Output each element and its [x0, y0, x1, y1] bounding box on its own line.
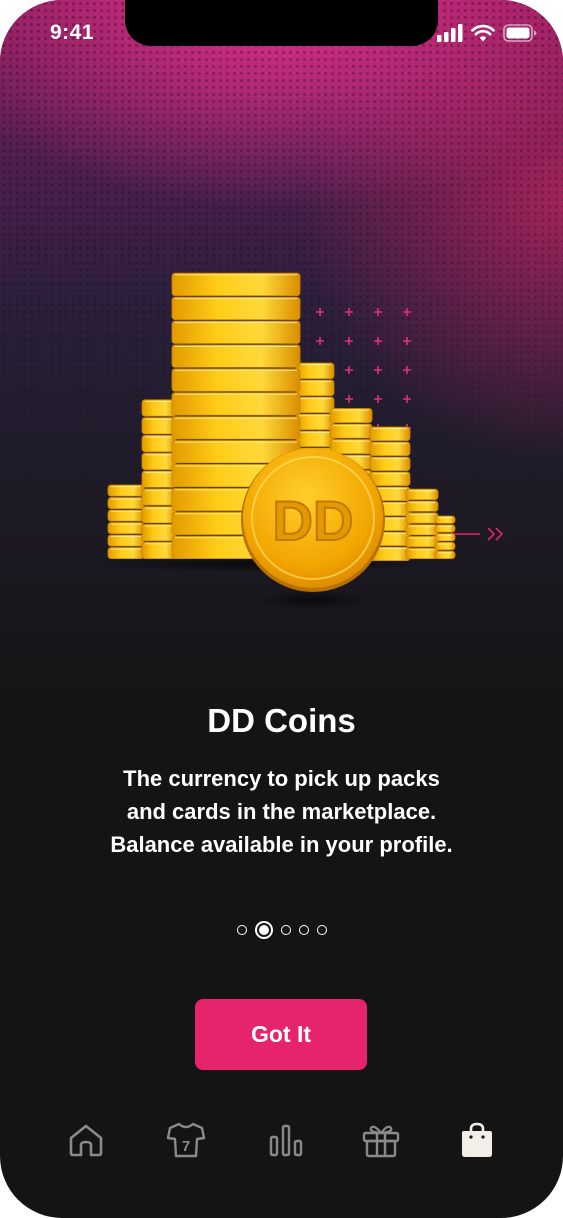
jersey-icon: 7	[166, 1122, 206, 1158]
description-line: Balance available in your profile.	[110, 832, 453, 857]
tab-home[interactable]	[58, 1112, 114, 1168]
page-indicator	[0, 920, 563, 940]
page-dot-1[interactable]	[236, 925, 247, 935]
coin-dd-label: DD	[273, 489, 354, 552]
phone-screen: 9:41 DD DD Coins The currency to pick up…	[0, 0, 563, 1218]
onboarding-title: DD Coins	[207, 702, 356, 739]
tab-gifts[interactable]	[353, 1112, 409, 1168]
home-icon	[69, 1124, 103, 1157]
gift-icon	[362, 1125, 400, 1158]
status-time: 9:41	[50, 21, 95, 44]
description-line: and cards in the marketplace.	[126, 799, 437, 824]
cellular-signal-icon	[437, 24, 463, 42]
bottom-tab-bar: 7	[0, 1112, 563, 1168]
description-line: The currency to pick up packs	[123, 766, 440, 791]
arrow-right-icon	[450, 527, 504, 541]
page-dot-3[interactable]	[280, 925, 291, 935]
status-icons	[437, 22, 537, 44]
got-it-button[interactable]: Got It	[195, 999, 367, 1070]
device-notch	[125, 0, 438, 46]
wifi-icon	[471, 24, 495, 42]
page-dot-5[interactable]	[316, 925, 327, 935]
shopping-bag-icon	[462, 1122, 492, 1157]
coin-stacks-illustration: DD	[80, 272, 504, 610]
stats-icon	[269, 1124, 303, 1157]
jersey-number: 7	[182, 1138, 190, 1155]
tab-shop[interactable]	[449, 1112, 505, 1168]
page-dot-2-active[interactable]	[254, 921, 273, 939]
onboarding-description: The currency to pick up packs and cards …	[0, 762, 563, 861]
page-dot-4[interactable]	[298, 925, 309, 935]
tab-stats[interactable]	[258, 1112, 314, 1168]
tab-jersey[interactable]: 7	[158, 1112, 214, 1168]
battery-icon	[503, 24, 537, 42]
